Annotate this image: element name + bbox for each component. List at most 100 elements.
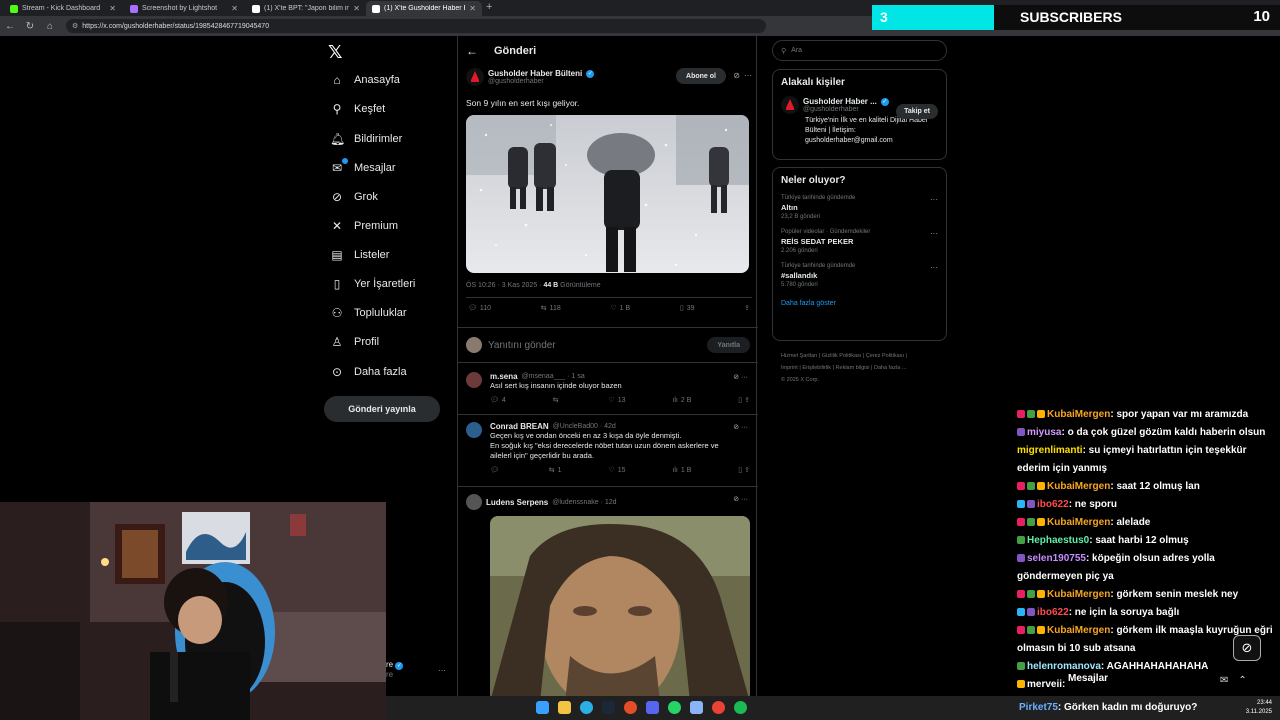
nav-item-messages[interactable]: ✉ Mesajlar [330, 158, 396, 175]
footer-link[interactable]: Hizmet Şartları [781, 353, 817, 359]
expand-up-icon[interactable]: ⌃ [1238, 675, 1246, 686]
chat-username[interactable]: migrenlimanti [1017, 445, 1083, 456]
edge-browser-icon[interactable] [580, 701, 593, 714]
chat-username[interactable]: selen190755 [1027, 553, 1086, 564]
footer-link[interactable]: Çerez Politikası [866, 353, 904, 359]
trend-item[interactable]: Türkiye tarihinde gündemde Altın 23,2 B … [781, 195, 938, 220]
windows-start-icon[interactable] [536, 701, 549, 714]
grok-more-icons[interactable]: ⊘ ··· [733, 495, 748, 503]
footer-link[interactable]: Gizlilik Politikası [822, 353, 861, 359]
nav-item-lists[interactable]: ▤ Listeler [330, 248, 389, 262]
compose-message-icon[interactable]: ✉ [1220, 675, 1228, 686]
like-action[interactable]: ♡ 1 B [610, 304, 630, 313]
tab-x-gusholder[interactable]: (1) X'te Gusholder Haber Bülteni ✕ [366, 1, 482, 16]
footer-link[interactable]: Imprint [781, 365, 798, 371]
more-dots-icon[interactable]: ··· [930, 263, 938, 272]
like-action[interactable]: ♡ 13 [608, 396, 625, 405]
back-arrow-icon[interactable]: ← [0, 21, 20, 32]
reply-button[interactable]: Yanıtla [707, 337, 750, 353]
repost-action[interactable]: ⇆ 118 [541, 304, 561, 313]
chat-username[interactable]: KubaiMergen [1047, 589, 1110, 600]
app-icon[interactable] [690, 701, 703, 714]
kick-logo-button[interactable]: ⊘ [1233, 635, 1261, 661]
views-action[interactable]: ılı 2 B [672, 396, 691, 404]
tweet-timestamp[interactable]: ÖS 10:26 · 3 Kas 2025 · [466, 282, 543, 289]
reply-input[interactable]: Yanıtını gönder [488, 340, 556, 351]
footer-link[interactable]: Reklam bilgisi [836, 365, 870, 371]
more-dots-icon[interactable]: ··· [744, 71, 752, 80]
reply-author-name[interactable]: Conrad BREAN [490, 422, 549, 431]
views-action[interactable]: ılı 1 B [672, 466, 691, 474]
nav-item-premium[interactable]: ✕ Premium [330, 219, 398, 233]
chat-username[interactable]: ibo622 [1037, 499, 1069, 510]
related-name[interactable]: Gusholder Haber ... [803, 97, 877, 106]
chat-username[interactable]: Pirket75 [1019, 702, 1058, 713]
reply-image[interactable] [490, 516, 750, 702]
share-icon[interactable]: ⇪ [744, 304, 750, 312]
reply-action[interactable]: 💬︎ 4 [490, 396, 506, 405]
more-dots-icon[interactable]: ··· [930, 195, 938, 204]
reply-avatar[interactable] [466, 372, 482, 388]
nav-item-grok[interactable]: ⊘ Grok [330, 190, 378, 204]
new-tab-plus-icon[interactable]: + [486, 1, 492, 13]
follow-button[interactable]: Takip et [896, 104, 938, 119]
reply-item[interactable]: Conrad BREAN @UncleBad00 · 42d Geçen kış … [458, 417, 758, 487]
back-arrow-icon[interactable]: ← [466, 44, 478, 58]
nav-item-bookmarks[interactable]: ▯ Yer İşaretleri [330, 277, 416, 291]
chat-username[interactable]: KubaiMergen [1047, 517, 1110, 528]
tweet-image[interactable] [466, 115, 749, 273]
bookmark-share-icons[interactable]: ▯ ⇪ [738, 466, 750, 474]
reply-item[interactable]: Ludens Serpens @ludenssnake · 12d ⊘ ··· [458, 489, 758, 702]
tab-x-bpt[interactable]: (1) X'te BPT: "Japon bilim insanlar ✕ [246, 1, 366, 16]
gusholder-avatar[interactable] [466, 68, 484, 86]
account-switcher[interactable]: re ✓ re [386, 660, 404, 679]
reply-avatar[interactable] [466, 494, 482, 510]
reload-icon[interactable]: ↻ [20, 21, 40, 32]
obs-icon[interactable] [624, 701, 637, 714]
bookmark-share-icons[interactable]: ▯ ⇪ [738, 396, 750, 404]
spotify-icon[interactable] [734, 701, 747, 714]
nav-item-more[interactable]: ⊙ Daha fazla [330, 365, 407, 379]
grok-icon[interactable]: ⊘ [733, 71, 740, 80]
related-handle[interactable]: @gusholderhaber [803, 106, 889, 113]
chrome-icon[interactable] [712, 701, 725, 714]
show-more-link[interactable]: Daha fazla göster [781, 300, 938, 307]
home-icon[interactable]: ⌂ [40, 21, 60, 32]
messages-drawer-label[interactable]: Mesajlar [1068, 673, 1108, 684]
more-dots-icon[interactable]: ··· [930, 229, 938, 238]
repost-action[interactable]: ⇆ 1 [549, 466, 562, 475]
nav-item-home[interactable]: ⌂ Anasayfa [330, 73, 400, 87]
chat-username[interactable]: helenromanova [1027, 661, 1101, 672]
close-icon[interactable]: ✕ [231, 4, 238, 13]
nav-item-explore[interactable]: ⚲ Keşfet [330, 102, 386, 116]
post-button[interactable]: Gönderi yayınla [324, 396, 440, 422]
chat-username[interactable]: ibo622 [1037, 607, 1069, 618]
tweet-author-name[interactable]: Gusholder Haber Bülteni [488, 69, 582, 78]
url-field[interactable]: ⚙ https://x.com/gusholderhaber/status/19… [66, 19, 766, 33]
more-dots-icon[interactable]: ··· [438, 666, 446, 675]
nav-item-profile[interactable]: ♙ Profil [330, 335, 379, 349]
tab-lightshot[interactable]: Screenshot by Lightshot ✕ [124, 1, 244, 16]
whatsapp-icon[interactable] [668, 701, 681, 714]
reply-avatar[interactable] [466, 422, 482, 438]
close-icon[interactable]: ✕ [109, 4, 116, 13]
close-icon[interactable]: ✕ [353, 4, 360, 13]
reply-action[interactable]: 💬︎ [490, 466, 502, 474]
grok-more-icons[interactable]: ⊘ ··· [733, 373, 748, 381]
tweet-author-handle[interactable]: @gusholderhaber [488, 78, 594, 85]
footer-link[interactable]: Daha fazla ... [874, 365, 906, 371]
tab-kick-dashboard[interactable]: Stream - Kick Dashboard ✕ [4, 1, 122, 16]
steam-icon[interactable] [602, 701, 615, 714]
trend-item[interactable]: Türkiye tarihinde gündemde #sallandık 5.… [781, 263, 938, 288]
file-explorer-icon[interactable] [558, 701, 571, 714]
search-input[interactable]: ⚲ Ara [772, 40, 947, 61]
chat-username[interactable]: KubaiMergen [1047, 481, 1110, 492]
bookmark-action[interactable]: ▯ 39 [680, 304, 695, 313]
reply-item[interactable]: m.sena @msenaa___ · 1 sa Asıl sert kış in… [458, 367, 758, 415]
like-action[interactable]: ♡ 15 [608, 466, 625, 475]
subscribe-button[interactable]: Abone ol [676, 68, 726, 84]
taskbar-clock[interactable]: 23:44 3.11.2025 [1246, 699, 1272, 717]
trend-item[interactable]: Popüler videolar · Gündemdekiler REİS SE… [781, 229, 938, 254]
chat-username[interactable]: Hephaestus0 [1027, 535, 1089, 546]
x-logo-icon[interactable]: 𝕏 [328, 42, 343, 63]
